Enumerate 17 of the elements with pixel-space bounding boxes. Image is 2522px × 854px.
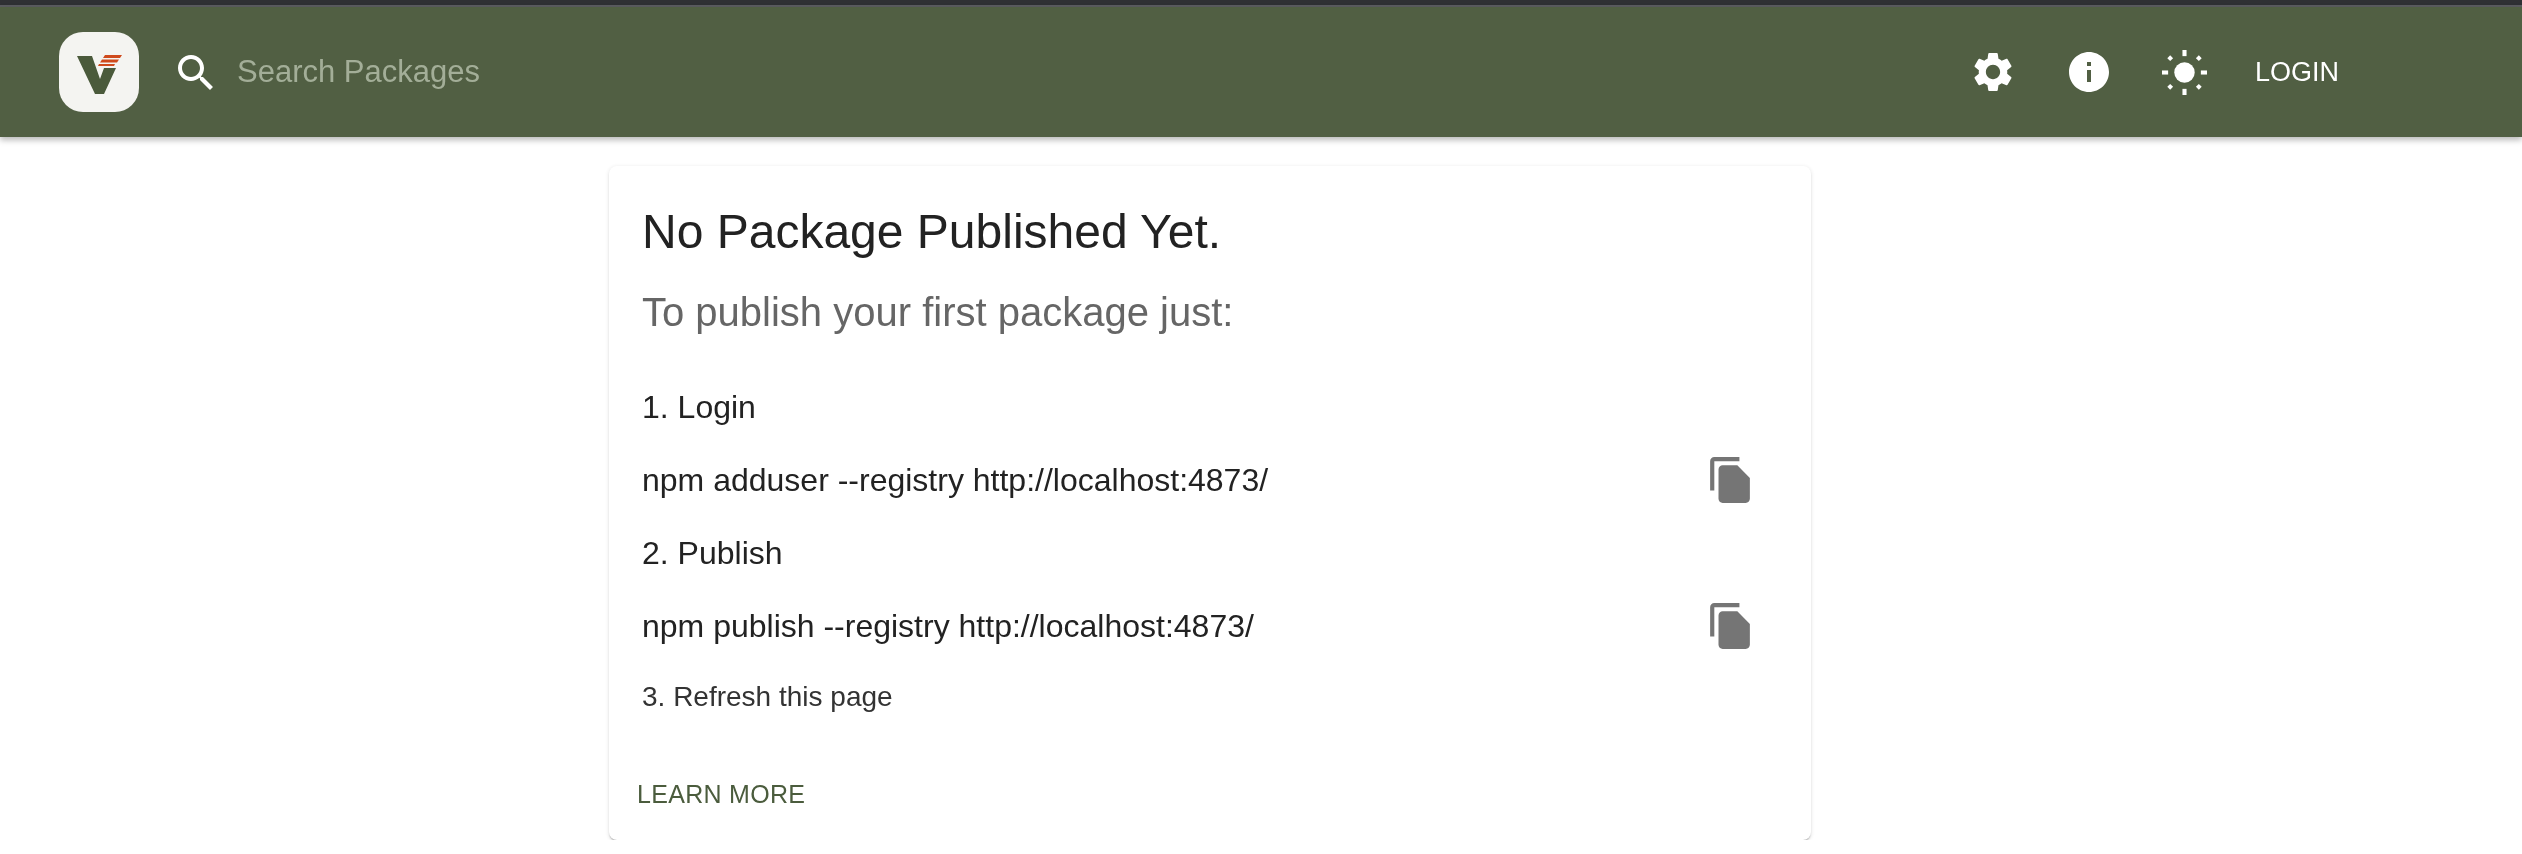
card-subtitle: To publish your first package just: [642, 289, 1234, 336]
step-heading: 1. Login [642, 388, 756, 427]
info-icon[interactable] [2068, 52, 2109, 92]
sun-icon[interactable] [2161, 49, 2207, 95]
command-text: npm adduser --registry http://localhost:4873/ [642, 461, 1269, 500]
command-text: npm publish --registry http://localhost:4873/ [642, 607, 1254, 646]
step-note: 3. Refresh this page [642, 680, 893, 714]
card-title: No Package Published Yet. [642, 204, 1222, 260]
copy-icon[interactable] [1710, 603, 1750, 649]
search-icon [178, 54, 213, 90]
login-button[interactable]: LOGIN [2246, 48, 2347, 96]
step-heading: 2. Publish [642, 534, 783, 573]
logo-icon[interactable] [59, 32, 139, 112]
learn-more-button[interactable]: LEARN MORE [629, 770, 814, 818]
settings-icon[interactable] [1973, 52, 2012, 92]
search-field[interactable]: Search Packages [237, 48, 937, 96]
copy-icon[interactable] [1710, 457, 1750, 503]
